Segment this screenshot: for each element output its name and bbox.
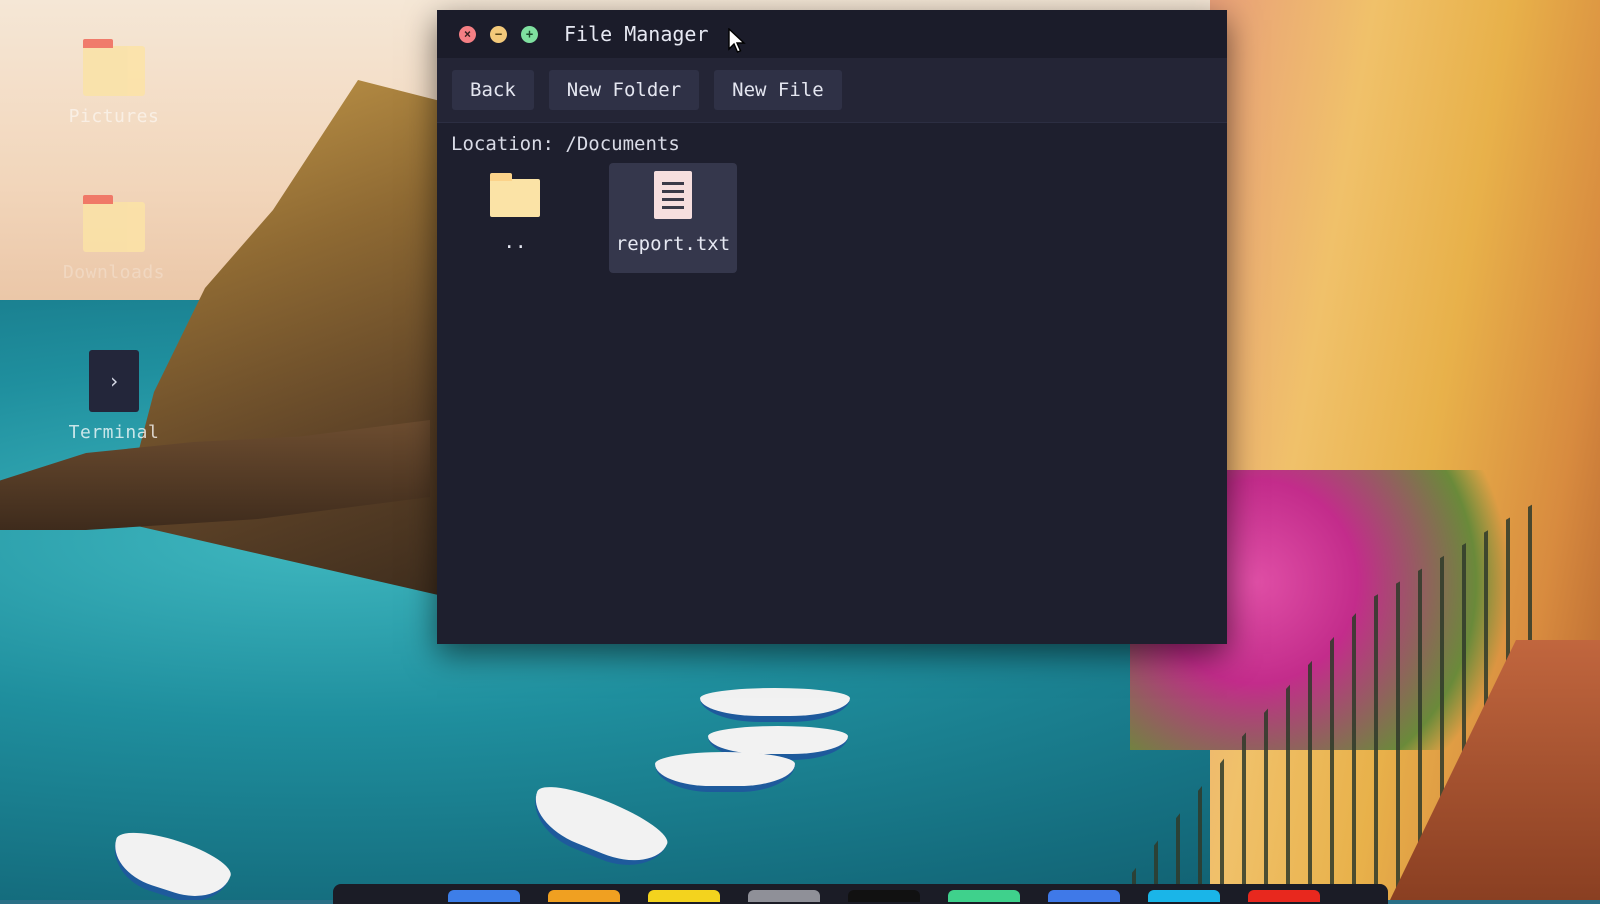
- dock-app-4-icon[interactable]: [748, 890, 820, 902]
- dock-app-3-icon[interactable]: [648, 890, 720, 902]
- location-path: Location: /Documents: [451, 133, 680, 155]
- file-grid: .. report.txt: [437, 163, 1227, 273]
- minimize-button[interactable]: −: [490, 25, 507, 43]
- dock-app-7-icon[interactable]: [1048, 890, 1120, 902]
- text-file-icon: [654, 171, 692, 219]
- desktop-icon-label: Terminal: [68, 422, 160, 443]
- desktop-icon-downloads[interactable]: Downloads: [54, 195, 174, 283]
- file-name: ..: [503, 231, 527, 253]
- new-folder-button[interactable]: New Folder: [548, 70, 700, 110]
- terminal-icon: ›: [89, 350, 139, 412]
- dock-app-9-icon[interactable]: [1248, 890, 1320, 902]
- dock-app-1-icon[interactable]: [448, 890, 520, 902]
- folder-icon: [490, 173, 540, 217]
- file-name: report.txt: [615, 233, 731, 255]
- window-title: File Manager: [564, 22, 709, 46]
- folder-icon: [83, 195, 145, 252]
- terminal-prompt-glyph: ›: [107, 369, 121, 393]
- close-icon: ×: [463, 27, 472, 41]
- mouse-cursor-icon: [728, 28, 746, 53]
- dock: [333, 884, 1388, 904]
- dock-app-6-icon[interactable]: [948, 890, 1020, 902]
- back-button[interactable]: Back: [452, 70, 534, 110]
- dock-app-5-icon[interactable]: [848, 890, 920, 902]
- maximize-icon: +: [525, 27, 534, 41]
- file-manager-window: × − + File Manager Back New Folder New F…: [437, 10, 1227, 644]
- maximize-button[interactable]: +: [521, 25, 538, 43]
- desktop-icon-label: Pictures: [68, 106, 160, 127]
- file-item-report[interactable]: report.txt: [609, 163, 737, 273]
- minimize-icon: −: [494, 27, 503, 41]
- toolbar: Back New Folder New File: [437, 58, 1227, 123]
- dock-app-8-icon[interactable]: [1148, 890, 1220, 902]
- desktop-icon-pictures[interactable]: Pictures: [54, 39, 174, 127]
- new-file-button[interactable]: New File: [714, 70, 842, 110]
- dock-app-2-icon[interactable]: [548, 890, 620, 902]
- window-titlebar[interactable]: × − + File Manager: [437, 10, 1227, 58]
- file-item-parent[interactable]: ..: [451, 163, 579, 273]
- close-button[interactable]: ×: [459, 25, 476, 43]
- folder-icon: [83, 39, 145, 96]
- desktop-icon-label: Downloads: [62, 262, 166, 283]
- desktop-icon-terminal[interactable]: › Terminal: [54, 350, 174, 443]
